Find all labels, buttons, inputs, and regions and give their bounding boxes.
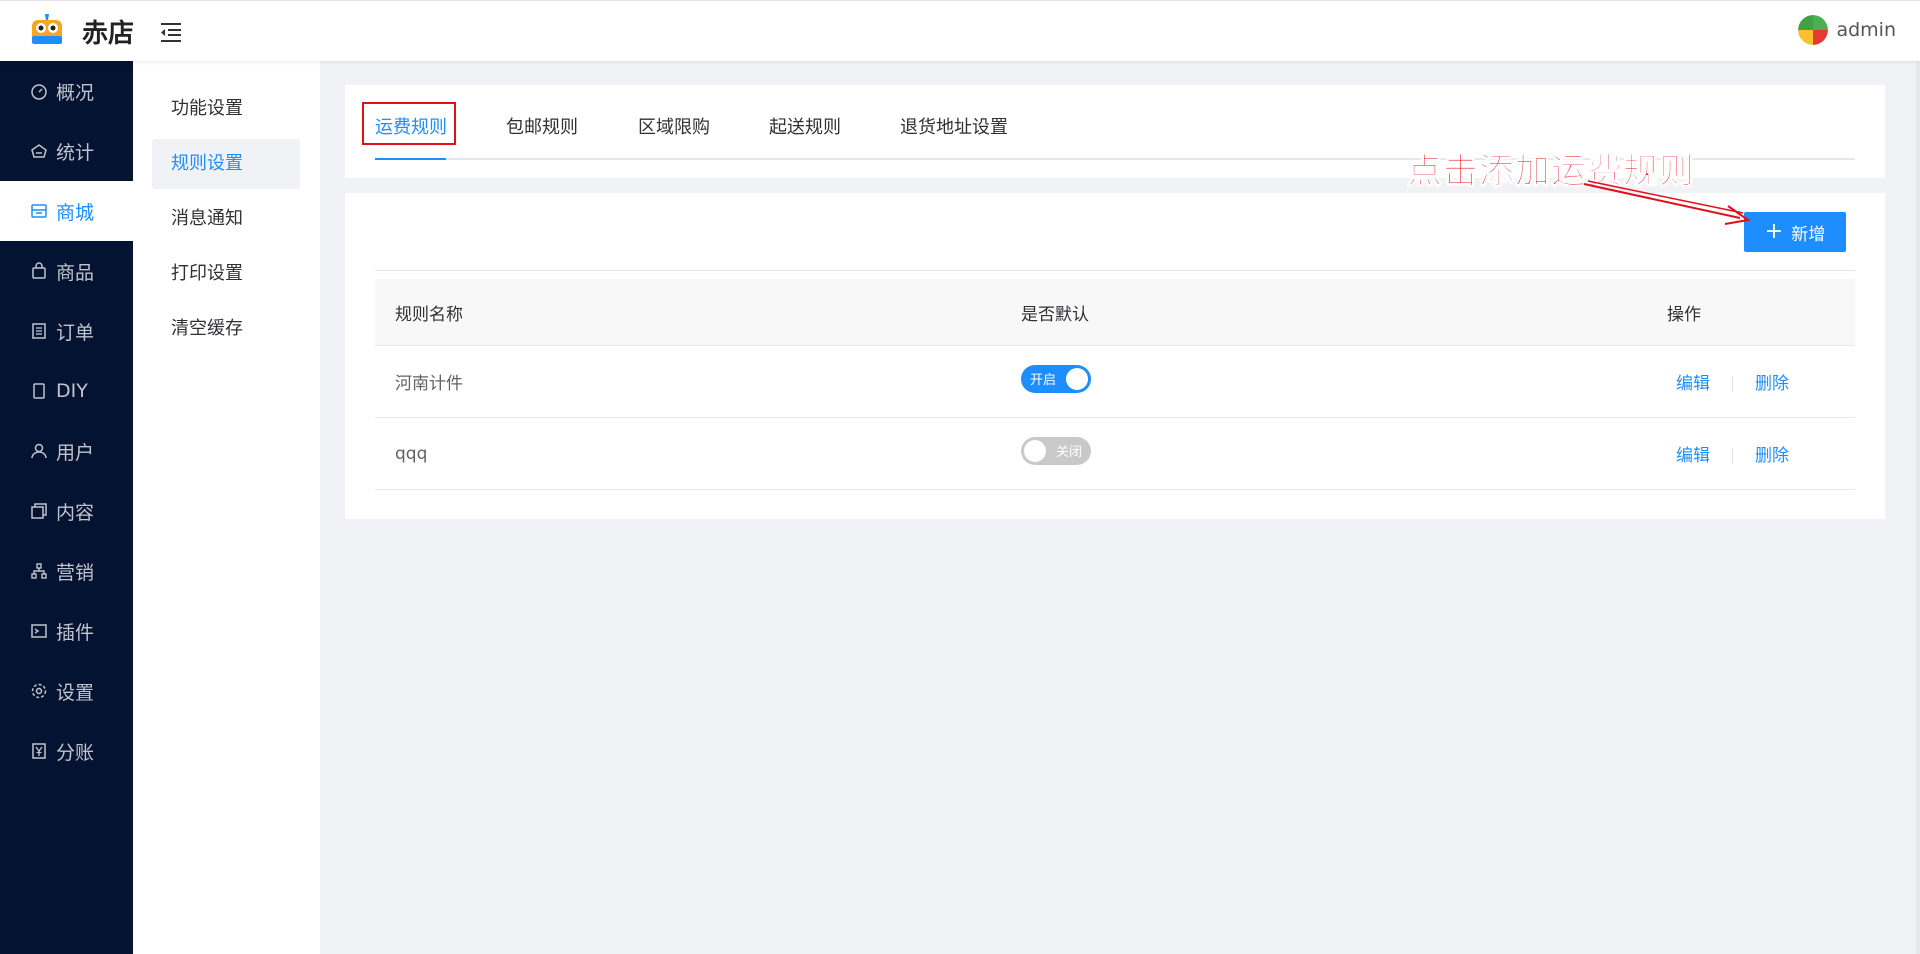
nav-item-plugins[interactable]: 插件 bbox=[0, 601, 133, 661]
nav-item-split-account[interactable]: 分账 bbox=[0, 721, 133, 781]
nav-item-goods[interactable]: 商品 bbox=[0, 241, 133, 301]
rule-name: qqq bbox=[395, 443, 428, 464]
ops-cell: 编辑 删除 bbox=[1667, 369, 1855, 394]
subnav-item-message-notify[interactable]: 消息通知 bbox=[152, 194, 300, 244]
tab-min-delivery-rules[interactable]: 起送规则 bbox=[769, 113, 841, 139]
subnav-item-function-settings[interactable]: 功能设置 bbox=[152, 84, 300, 134]
delete-link[interactable]: 删除 bbox=[1755, 446, 1789, 466]
nav-item-label: 营销 bbox=[56, 561, 95, 584]
nav-item-label: 概况 bbox=[56, 81, 95, 104]
user-menu[interactable]: admin bbox=[1798, 15, 1896, 45]
nav-item-label: 订单 bbox=[56, 321, 95, 344]
nav-item-label: 商品 bbox=[56, 261, 95, 284]
delete-link[interactable]: 删除 bbox=[1755, 374, 1789, 394]
nav-item-store[interactable]: 商城 bbox=[0, 181, 133, 241]
mobile-page-icon bbox=[33, 383, 45, 399]
statistics-icon bbox=[31, 144, 47, 158]
edit-link[interactable]: 编辑 bbox=[1676, 374, 1710, 394]
add-button-label: 新增 bbox=[1791, 224, 1826, 245]
rules-table: 规则名称 是否默认 操作 河南计件 开启 编辑 删除 qqq 关闭 编辑 删除 bbox=[375, 279, 1855, 490]
switch-knob bbox=[1024, 440, 1046, 462]
tab-highlight-box bbox=[362, 102, 456, 145]
default-switch[interactable]: 开启 bbox=[1021, 365, 1091, 393]
column-header-name: 规则名称 bbox=[395, 304, 463, 325]
nav-item-marketing[interactable]: 营销 bbox=[0, 541, 133, 601]
dashboard-icon bbox=[31, 84, 47, 100]
sub-sidebar: 功能设置 规则设置 消息通知 打印设置 清空缓存 bbox=[133, 61, 320, 954]
nav-item-orders[interactable]: 订单 bbox=[0, 301, 133, 361]
switch-text: 开启 bbox=[1030, 373, 1057, 388]
plugin-icon bbox=[31, 624, 47, 638]
switch-knob bbox=[1066, 368, 1088, 390]
default-cell: 开启 bbox=[1021, 365, 1667, 398]
nav-item-label: 设置 bbox=[56, 681, 95, 704]
table-header: 规则名称 是否默认 操作 bbox=[375, 279, 1855, 346]
ops-separator bbox=[1732, 449, 1733, 463]
ops-cell: 编辑 删除 bbox=[1667, 441, 1855, 466]
order-list-icon bbox=[32, 323, 46, 339]
page-scrollbar[interactable] bbox=[1916, 61, 1920, 954]
column-header-default: 是否默认 bbox=[1021, 304, 1089, 325]
brand-name: 赤店 bbox=[82, 19, 135, 49]
rule-name: 河南计件 bbox=[395, 374, 463, 394]
tab-return-address[interactable]: 退货地址设置 bbox=[900, 113, 1008, 139]
nav-item-label: 插件 bbox=[56, 621, 95, 644]
default-switch[interactable]: 关闭 bbox=[1021, 437, 1091, 465]
subnav-item-rule-settings[interactable]: 规则设置 bbox=[152, 139, 300, 189]
content-icon bbox=[31, 503, 47, 519]
nav-item-content[interactable]: 内容 bbox=[0, 481, 133, 541]
switch-text: 关闭 bbox=[1055, 445, 1082, 460]
avatar bbox=[1798, 15, 1829, 45]
top-bar: 赤店 admin bbox=[0, 0, 1920, 61]
nav-item-settings[interactable]: 设置 bbox=[0, 661, 133, 721]
tab-region-limit[interactable]: 区域限购 bbox=[638, 113, 710, 139]
subnav-item-clear-cache[interactable]: 清空缓存 bbox=[152, 304, 300, 354]
store-icon bbox=[31, 204, 47, 218]
nav-item-label: 用户 bbox=[56, 441, 95, 464]
nav-item-label: 分账 bbox=[56, 741, 95, 764]
nav-item-statistics[interactable]: 统计 bbox=[0, 121, 133, 181]
nav-item-diy[interactable]: DIY bbox=[0, 361, 133, 421]
gear-icon bbox=[31, 683, 47, 699]
nav-item-users[interactable]: 用户 bbox=[0, 421, 133, 481]
menu-fold-icon[interactable] bbox=[158, 19, 184, 45]
nav-item-overview[interactable]: 概况 bbox=[0, 61, 133, 121]
subnav-item-print-settings[interactable]: 打印设置 bbox=[152, 249, 300, 299]
table-row: qqq 关闭 编辑 删除 bbox=[375, 418, 1855, 490]
tab-active-indicator bbox=[375, 158, 446, 160]
add-button[interactable]: + 新增 bbox=[1744, 212, 1846, 252]
divider bbox=[375, 270, 1855, 271]
ops-separator bbox=[1732, 377, 1733, 391]
column-header-ops: 操作 bbox=[1667, 304, 1701, 325]
main-sidebar: 概况 统计 商城 商品 订单 DIY 用户 内容 营销 插件 设置 分账 bbox=[0, 61, 133, 954]
nav-item-label: DIY bbox=[56, 380, 88, 402]
rules-card: + 新增 规则名称 是否默认 操作 河南计件 开启 编辑 删除 qqq 关闭 编… bbox=[345, 193, 1885, 519]
marketing-icon bbox=[31, 563, 47, 579]
shopping-bag-icon bbox=[32, 262, 46, 279]
nav-item-label: 内容 bbox=[56, 501, 95, 524]
plus-icon: + bbox=[1764, 219, 1784, 244]
brand-logo-icon bbox=[28, 10, 66, 48]
split-account-icon bbox=[32, 743, 46, 759]
annotation-arrow-icon bbox=[1583, 180, 1751, 225]
nav-item-label: 统计 bbox=[56, 141, 95, 164]
default-cell: 关闭 bbox=[1021, 437, 1667, 470]
tab-free-shipping-rules[interactable]: 包邮规则 bbox=[506, 113, 578, 139]
edit-link[interactable]: 编辑 bbox=[1676, 446, 1710, 466]
nav-item-label: 商城 bbox=[56, 201, 95, 224]
username: admin bbox=[1836, 19, 1896, 41]
table-row: 河南计件 开启 编辑 删除 bbox=[375, 346, 1855, 418]
user-icon bbox=[31, 443, 47, 459]
